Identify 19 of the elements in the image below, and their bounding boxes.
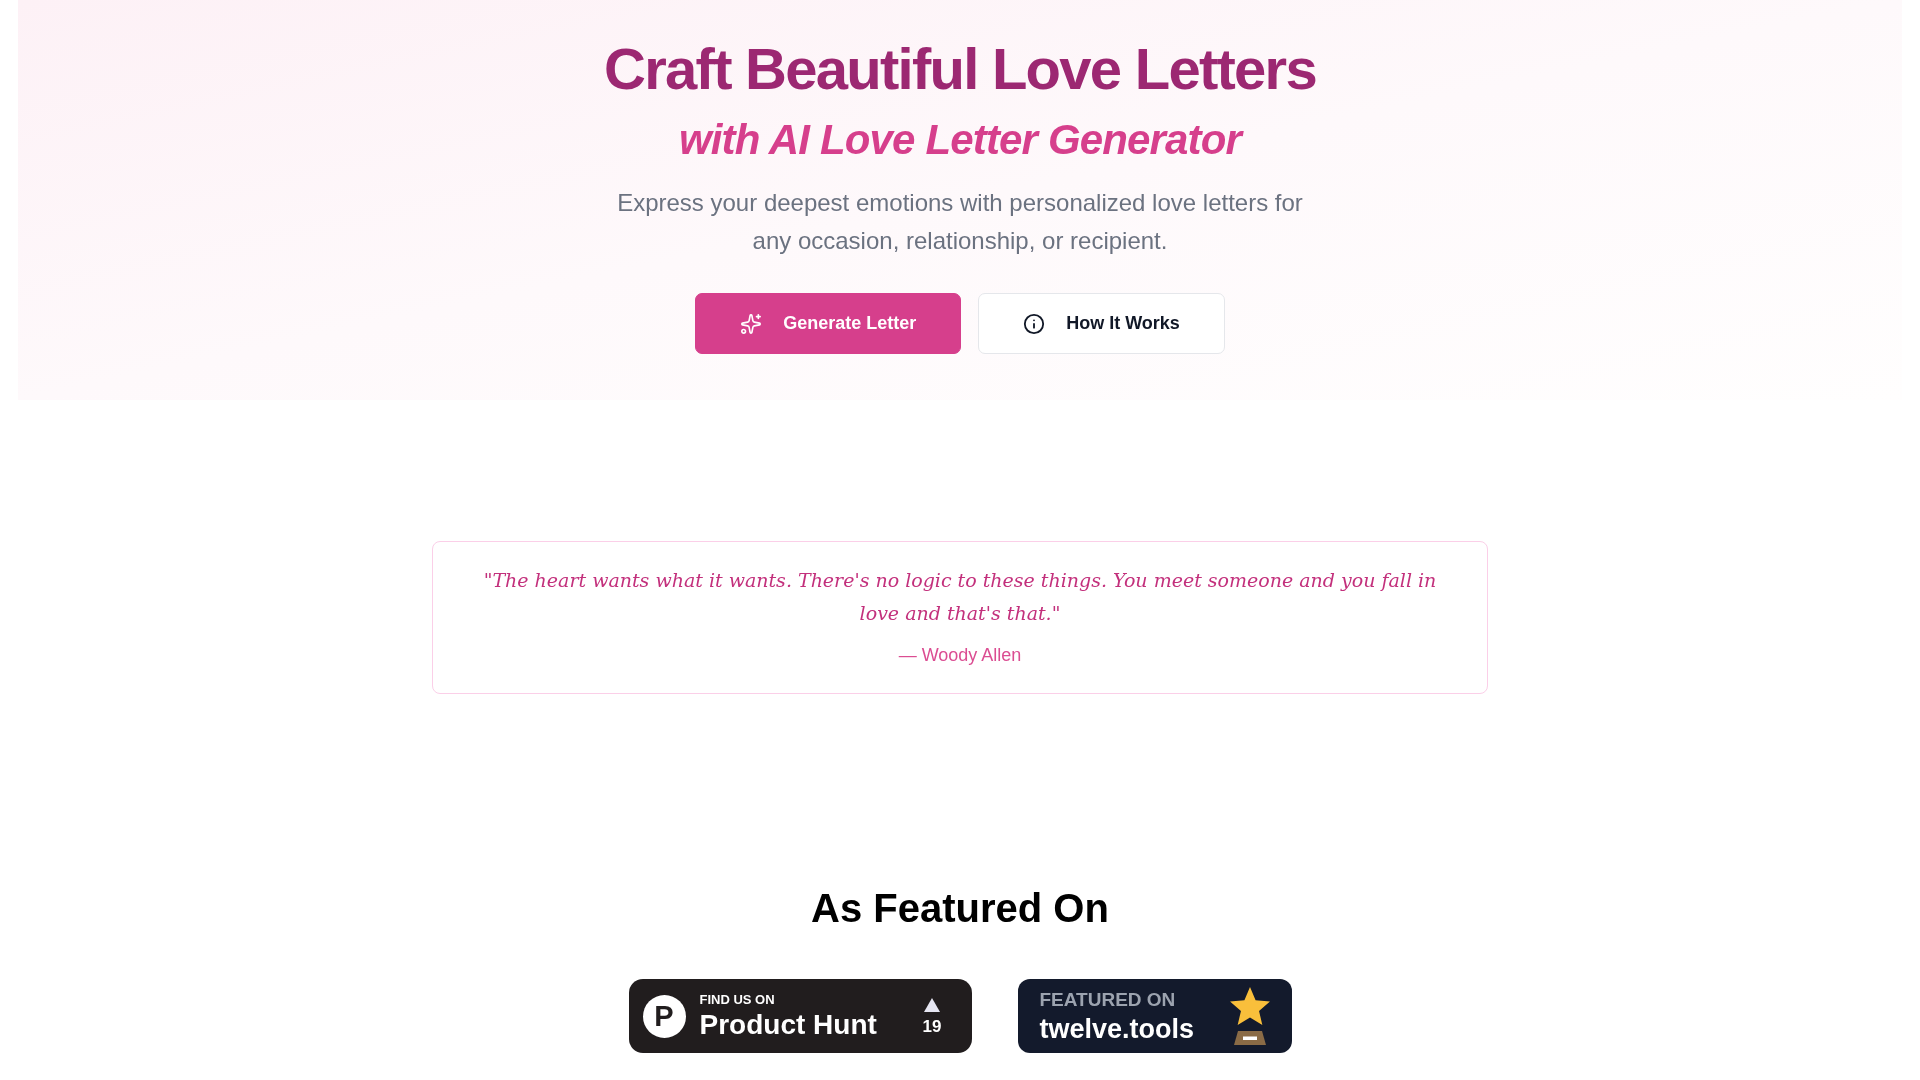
info-icon [1023, 312, 1046, 335]
badge-caption: FIND US ON [699, 993, 776, 1006]
page-subtitle: with AI Love Letter Generator [678, 115, 1242, 165]
badge-title: twelve.tools [1039, 1015, 1195, 1043]
hero-description: Express your deepest emotions with personalized love letters for any occasion, relationship, or recipient. [616, 188, 1304, 256]
brand-logo: P [642, 994, 686, 1038]
triangle-up-icon [924, 997, 941, 1012]
info-button[interactable]: How It Works [978, 293, 1225, 354]
quote-text: "The heart wants what it wants. There's no logic to these things. You meet someone and you fall in love and that's that." [482, 568, 1438, 626]
badge-caption: FEATURED ON [1039, 989, 1177, 1009]
star-trophy-icon [1227, 987, 1272, 1045]
page-title: Craft Beautiful Love Letters [604, 37, 1316, 101]
section-heading: As Featured On [811, 885, 1109, 932]
sparkles-icon [740, 312, 763, 335]
generate-button[interactable]: Generate Letter [695, 293, 962, 354]
badge-title: Product Hunt [699, 1011, 877, 1039]
vote-count: 19 [922, 1017, 942, 1035]
featured-link[interactable]: FEATURED ON twelve.tools [1017, 979, 1292, 1053]
quote-author: — Woody Allen [898, 644, 1022, 667]
